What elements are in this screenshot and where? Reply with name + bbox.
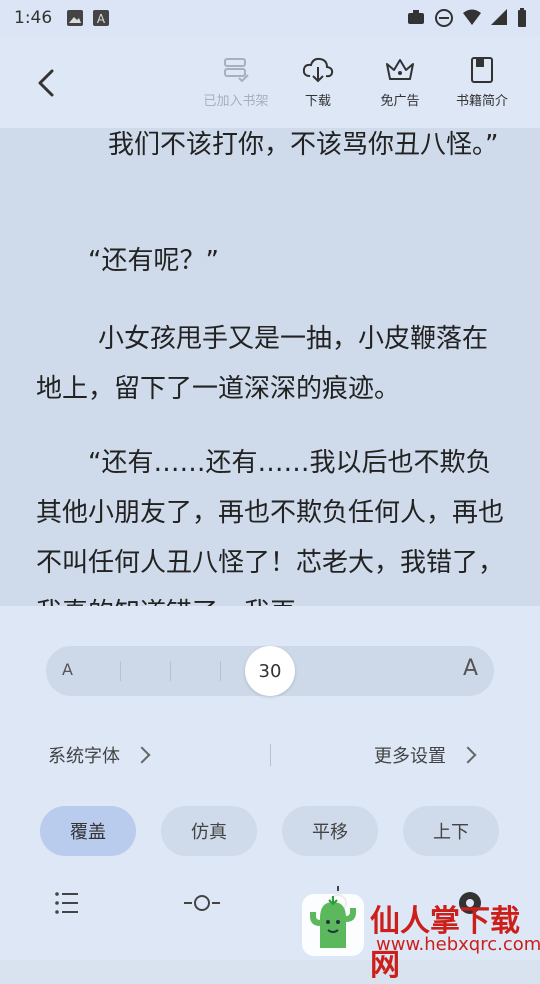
download-button[interactable]: 下载 bbox=[278, 56, 358, 109]
watermark-url: www.hebxqrc.com bbox=[376, 934, 540, 955]
add-to-bookshelf-button[interactable]: 已加入书架 bbox=[196, 56, 276, 109]
svg-text:A: A bbox=[97, 12, 106, 26]
slider-tick bbox=[120, 661, 121, 681]
font-size-min-label: A bbox=[62, 660, 73, 679]
mode-vertical[interactable]: 上下 bbox=[403, 806, 499, 856]
back-button[interactable] bbox=[32, 68, 62, 98]
status-left-icons: A bbox=[66, 9, 110, 27]
signal-icon bbox=[491, 9, 507, 25]
mode-cover[interactable]: 覆盖 bbox=[40, 806, 136, 856]
more-settings-button[interactable]: 更多设置 bbox=[374, 742, 477, 768]
status-time: 1:46 bbox=[14, 8, 53, 28]
status-bar: 1:46 A bbox=[0, 0, 540, 36]
watermark: 仙人掌下载网 www.hebxqrc.com bbox=[300, 890, 540, 983]
image-icon bbox=[67, 10, 84, 26]
reader-content[interactable]: 我们不该打你，不该骂你丑八怪。” “还有呢？” 小女孩甩手又是一抽，小皮鞭落在地… bbox=[0, 128, 540, 606]
reader-toolbar: 已加入书架 下载 免广告 书籍简介 bbox=[0, 36, 540, 128]
book-icon bbox=[471, 57, 493, 83]
ad-free-button[interactable]: 免广告 bbox=[360, 56, 440, 109]
battery-icon bbox=[518, 8, 526, 27]
paragraph: 我们不该打你，不该骂你丑八怪。” bbox=[108, 130, 499, 160]
page-turn-modes: 覆盖 仿真 平移 上下 bbox=[40, 806, 500, 856]
mode-simulation[interactable]: 仿真 bbox=[161, 806, 257, 856]
slider-tick bbox=[170, 661, 171, 681]
cactus-logo-icon bbox=[302, 894, 364, 956]
mode-slide[interactable]: 平移 bbox=[282, 806, 378, 856]
toolbar-label: 书籍简介 bbox=[455, 94, 508, 109]
dnd-icon bbox=[435, 9, 453, 27]
book-intro-button[interactable]: 书籍简介 bbox=[442, 56, 522, 109]
slider-tick bbox=[220, 661, 221, 681]
system-font-label: 系统字体 bbox=[48, 746, 120, 767]
status-right-icons bbox=[406, 8, 528, 28]
crown-icon bbox=[386, 59, 414, 80]
font-size-value: 30 bbox=[258, 660, 282, 682]
progress-icon bbox=[184, 895, 220, 911]
back-arrow-icon bbox=[38, 69, 54, 97]
chevron-right-icon bbox=[459, 746, 477, 764]
paragraph: “还有……还有……我以后也不欺负其他小朋友了，再也不欺负任何人，再也不叫任何人丑… bbox=[36, 448, 505, 606]
system-font-button[interactable]: 系统字体 bbox=[48, 742, 151, 768]
font-settings-row: 系统字体 更多设置 bbox=[0, 736, 540, 776]
wifi-icon bbox=[463, 9, 481, 25]
paragraph: 小女孩甩手又是一抽，小皮鞭落在地上，留下了一道深深的痕迹。 bbox=[36, 324, 489, 404]
font-size-knob[interactable]: 30 bbox=[245, 646, 295, 696]
font-size-slider[interactable]: A 30 A bbox=[46, 646, 494, 696]
toolbar-label: 已加入书架 bbox=[203, 94, 269, 109]
progress-button[interactable] bbox=[182, 886, 226, 930]
bookshelf-added-icon bbox=[224, 58, 249, 83]
list-icon bbox=[55, 892, 78, 914]
font-size-max-label: A bbox=[462, 656, 478, 681]
more-settings-label: 更多设置 bbox=[374, 746, 446, 767]
toolbar-label: 免广告 bbox=[380, 94, 420, 109]
toolbar-label: 下载 bbox=[304, 94, 331, 109]
chevron-right-icon bbox=[133, 746, 151, 764]
paragraph: “还有呢？” bbox=[88, 246, 219, 276]
font-app-icon: A bbox=[93, 10, 110, 26]
briefcase-icon bbox=[408, 10, 424, 24]
cloud-download-icon bbox=[302, 57, 334, 83]
divider bbox=[270, 744, 271, 766]
catalog-button[interactable] bbox=[50, 886, 94, 930]
